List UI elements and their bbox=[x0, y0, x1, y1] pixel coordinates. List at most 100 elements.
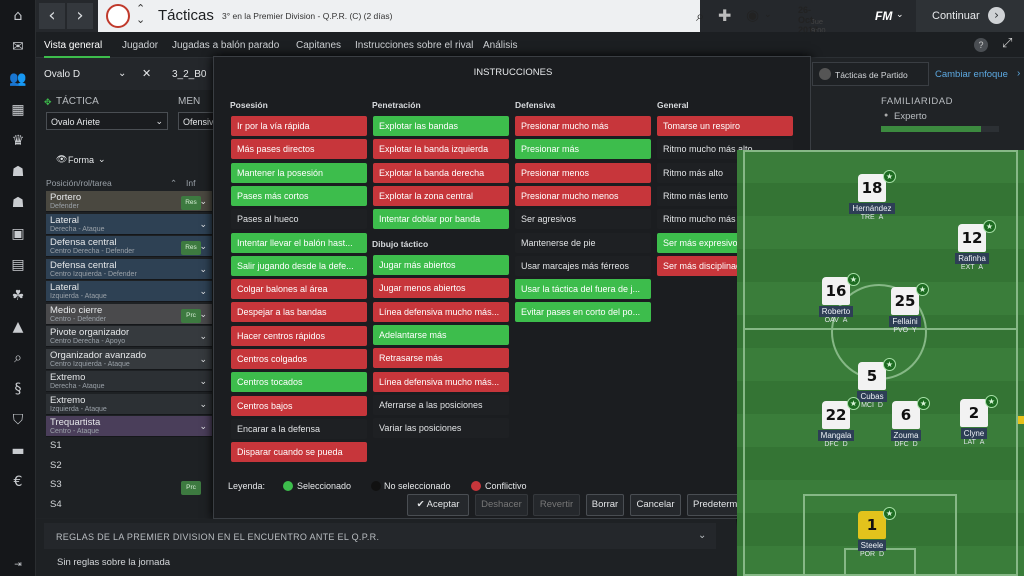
chevron-down-icon[interactable]: ⌄ bbox=[199, 264, 207, 275]
add-icon[interactable]: ✚ bbox=[718, 6, 731, 25]
player-token[interactable]: 18 ★ Hernández TRE A bbox=[844, 170, 900, 221]
influence-badge[interactable]: Prc bbox=[181, 481, 201, 495]
familiarity-value[interactable]: Experto bbox=[894, 111, 927, 122]
instruction-posesion-button[interactable]: Más pases directos bbox=[231, 139, 367, 160]
tab-captains[interactable]: Capitanes bbox=[296, 40, 341, 51]
position-row[interactable]: Pivote organizador Centro Derecha - Apoyo… bbox=[46, 326, 212, 347]
chevron-down-icon[interactable]: ⌄ bbox=[896, 9, 904, 20]
tab-set-pieces[interactable]: Jugadas a balón parado bbox=[172, 40, 279, 51]
chevron-down-icon[interactable]: ⌄ bbox=[199, 376, 207, 387]
change-focus-link[interactable]: Cambiar enfoque bbox=[935, 69, 1008, 80]
back-button[interactable]: ‹ bbox=[39, 3, 65, 29]
instruction-defensiva-button[interactable]: Presionar mucho menos bbox=[515, 185, 651, 206]
instruction-defensiva-button[interactable]: Usar marcajes más férreos bbox=[515, 255, 651, 276]
sub-slot[interactable]: S4 bbox=[50, 499, 62, 510]
instruction-dibujo-button[interactable]: Jugar menos abiertos bbox=[373, 278, 509, 299]
instruction-dibujo-button[interactable]: Aferrarse a las posiciones bbox=[373, 394, 509, 415]
position-row[interactable]: Lateral Izquierda - Ataque ⌄ bbox=[46, 281, 212, 302]
accept-button[interactable]: ✔ Aceptar bbox=[407, 494, 469, 516]
transfers-icon[interactable]: § bbox=[9, 380, 27, 398]
instruction-defensiva-button[interactable]: Evitar pases en corto del po... bbox=[515, 302, 651, 323]
mentality-select[interactable]: Ofensiv bbox=[178, 112, 218, 130]
instruction-defensiva-button[interactable]: Presionar mucho más bbox=[515, 116, 651, 136]
player-token[interactable]: 2 ★ Clyne LAT A bbox=[946, 395, 1002, 446]
tab-overview[interactable]: Vista general bbox=[44, 40, 102, 51]
next-match-info[interactable]: 3° en la Premier Division - Q.P.R. (C) (… bbox=[222, 11, 392, 21]
briefcase-icon[interactable]: ▬ bbox=[9, 442, 27, 460]
sub-slot[interactable]: S2 bbox=[50, 460, 62, 471]
instruction-defensiva-button[interactable]: Mantenerse de pie bbox=[515, 232, 651, 253]
instruction-posesion-button[interactable]: Encarar a la defensa bbox=[231, 418, 367, 439]
instruction-posesion-button[interactable]: Salir jugando desde la defe... bbox=[231, 255, 367, 276]
instruction-penetracion-button[interactable]: Explotar la banda izquierda bbox=[373, 139, 509, 160]
home-icon[interactable]: ⌂ bbox=[9, 7, 27, 25]
match-tactics-select[interactable]: Tácticas de Partido bbox=[812, 62, 929, 86]
instruction-defensiva-button[interactable]: Usar la táctica del fuera de j... bbox=[515, 279, 651, 300]
sort-icon[interactable]: ⌃ bbox=[170, 178, 177, 189]
reports-icon[interactable]: ▤ bbox=[9, 256, 27, 274]
instruction-dibujo-button[interactable]: Variar las posiciones bbox=[373, 418, 509, 439]
instruction-defensiva-button[interactable]: Ser agresivos bbox=[515, 209, 651, 230]
scouting-icon[interactable]: ☘ bbox=[9, 287, 27, 305]
formation-code[interactable]: 3_2_B0 bbox=[172, 69, 206, 80]
club-crest-icon[interactable] bbox=[106, 4, 130, 28]
clear-button[interactable]: Borrar bbox=[586, 494, 624, 516]
instruction-posesion-button[interactable]: Hacer centros rápidos bbox=[231, 325, 367, 346]
sub-slot[interactable]: S1 bbox=[50, 440, 62, 451]
instruction-dibujo-button[interactable]: Línea defensiva mucho más... bbox=[373, 301, 509, 322]
player-token[interactable]: 12 ★ Rafinha EXT A bbox=[944, 220, 1000, 271]
player-token[interactable]: 6 ★ Zouma DFC D bbox=[878, 397, 934, 448]
column-header-inf[interactable]: Inf bbox=[186, 178, 195, 188]
tab-analysis[interactable]: Análisis bbox=[483, 40, 517, 51]
search-icon[interactable]: ⌕ bbox=[9, 349, 27, 367]
chevron-down-icon[interactable]: ⌄ bbox=[764, 9, 772, 20]
expand-icon[interactable]: ⤢ bbox=[1002, 36, 1012, 51]
column-header-position[interactable]: Posición/rol/tarea bbox=[46, 178, 112, 188]
instruction-posesion-button[interactable]: Despejar a las bandas bbox=[231, 302, 367, 323]
rules-header[interactable]: REGLAS DE LA PREMIER DIVISION EN EL ENCU… bbox=[44, 523, 716, 549]
player-token[interactable]: 25 ★ Fellaini PVO Y bbox=[877, 283, 933, 334]
instruction-penetracion-button[interactable]: Explotar la zona central bbox=[373, 185, 509, 206]
instruction-posesion-button[interactable]: Pases al hueco bbox=[231, 209, 367, 230]
instruction-posesion-button[interactable]: Disparar cuando se pueda bbox=[231, 442, 367, 463]
training-icon[interactable]: ▲ bbox=[9, 318, 27, 336]
player-token[interactable]: 1 ★ Steele POR D bbox=[844, 507, 900, 558]
influence-badge[interactable]: Res bbox=[181, 196, 201, 210]
chevron-down-icon[interactable]: ⌄ bbox=[199, 354, 207, 365]
trophy-icon[interactable]: ♛ bbox=[9, 132, 27, 150]
tactics-board-icon[interactable]: ▣ bbox=[9, 225, 27, 243]
instruction-penetracion-button[interactable]: Explotar la banda derecha bbox=[373, 162, 509, 183]
club-icon[interactable]: ☗ bbox=[9, 194, 27, 212]
instruction-penetracion-button[interactable]: Intentar doblar por banda bbox=[373, 209, 509, 230]
formation-name[interactable]: Ovalo D bbox=[44, 69, 80, 80]
position-row[interactable]: Organizador avanzado Centro Izquierda - A… bbox=[46, 348, 212, 370]
instruction-defensiva-button[interactable]: Presionar menos bbox=[515, 162, 651, 183]
form-label[interactable]: Forma bbox=[68, 155, 94, 165]
position-row[interactable]: Extremo Derecha - Ataque ⌄ bbox=[46, 371, 212, 392]
chevron-down-icon[interactable]: ⌄ bbox=[199, 219, 207, 230]
squad-icon[interactable]: 👥 bbox=[9, 70, 27, 88]
exit-icon[interactable]: ⇥ bbox=[9, 556, 27, 574]
help-icon[interactable]: ? bbox=[974, 38, 988, 52]
position-row[interactable]: Trequartista Centro - Ataque ⌄ bbox=[46, 416, 212, 437]
player-token[interactable]: 22 ★ Mangala DFC D bbox=[808, 397, 864, 448]
player-token[interactable]: 16 ★ Roberto OAV A bbox=[808, 273, 864, 324]
tab-opposition-instructions[interactable]: Instrucciones sobre el rival bbox=[355, 40, 473, 51]
instruction-posesion-button[interactable]: Colgar balones al área bbox=[231, 279, 367, 300]
instruction-dibujo-button[interactable]: Adelantarse más bbox=[373, 324, 509, 345]
instruction-posesion-button[interactable]: Mantener la posesión bbox=[231, 162, 367, 183]
instruction-defensiva-button[interactable]: Presionar más bbox=[515, 139, 651, 160]
tab-player[interactable]: Jugador bbox=[122, 40, 158, 51]
revert-button[interactable]: Revertir bbox=[533, 494, 580, 516]
position-row[interactable]: Defensa central Centro Izquierda - Defend… bbox=[46, 258, 212, 280]
chevron-down-icon[interactable]: ⌄ bbox=[199, 399, 207, 410]
chevron-down-icon[interactable]: ⌄ bbox=[98, 154, 106, 165]
finance-icon[interactable]: € bbox=[9, 473, 27, 491]
shield-icon[interactable]: ⛉ bbox=[9, 411, 27, 429]
chevron-down-icon[interactable]: ⌄ bbox=[199, 286, 207, 297]
position-row[interactable]: Extremo Izquierda - Ataque ⌄ bbox=[46, 393, 212, 415]
cancel-button[interactable]: Cancelar bbox=[630, 494, 681, 516]
sub-slot[interactable]: S3 bbox=[50, 479, 62, 490]
chevron-updown-icon[interactable]: ⌃ ⌄ bbox=[136, 4, 145, 26]
tactic-select[interactable]: Ovalo Ariete ⌄ bbox=[46, 112, 168, 130]
